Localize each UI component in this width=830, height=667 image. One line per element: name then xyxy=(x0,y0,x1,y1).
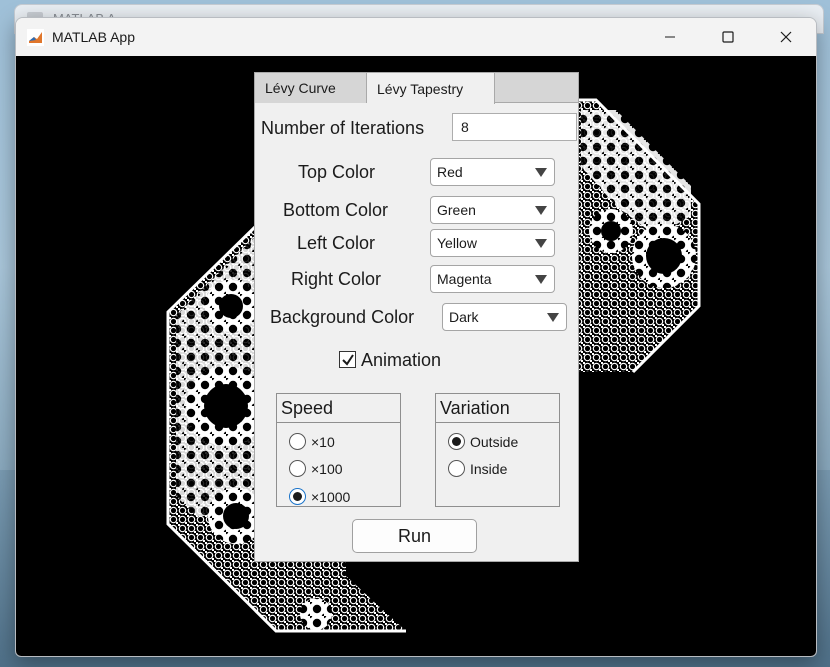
iterations-field[interactable]: 8 xyxy=(452,113,577,141)
animation-label: Animation xyxy=(361,350,442,370)
speed-x100-label: ×100 xyxy=(311,461,343,477)
variation-outside-radio[interactable] xyxy=(448,433,465,450)
left-color-value: Yellow xyxy=(437,235,477,251)
top-color-label: Top Color xyxy=(298,162,376,182)
chevron-down-icon xyxy=(535,168,547,177)
right-color-dropdown[interactable]: Magenta xyxy=(430,265,555,293)
left-color-dropdown[interactable]: Yellow xyxy=(430,229,555,257)
variation-inside-label: Inside xyxy=(470,461,508,477)
speed-group-title: Speed xyxy=(277,394,400,423)
close-icon xyxy=(780,31,792,43)
bottom-color-dropdown[interactable]: Green xyxy=(430,196,555,224)
speed-x10-radio[interactable] xyxy=(289,433,306,450)
variation-group-title: Variation xyxy=(436,394,559,423)
title-bar[interactable]: MATLAB App xyxy=(16,18,816,56)
speed-x1000-label: ×1000 xyxy=(311,489,351,505)
top-color-value: Red xyxy=(437,164,463,180)
variation-group: Variation Outside Inside xyxy=(435,393,560,507)
chevron-down-icon xyxy=(535,206,547,215)
top-color-dropdown[interactable]: Red xyxy=(430,158,555,186)
variation-inside-radio[interactable] xyxy=(448,460,465,477)
minimize-button[interactable] xyxy=(641,18,699,56)
background-color-value: Dark xyxy=(449,309,479,325)
window-title: MATLAB App xyxy=(52,29,136,45)
tab-bar: Lévy Curve Lévy Tapestry xyxy=(255,73,578,104)
maximize-icon xyxy=(722,31,734,43)
matlab-icon xyxy=(27,29,44,46)
background-color-dropdown[interactable]: Dark xyxy=(442,303,567,331)
control-panel: Lévy Curve Lévy Tapestry Number of Itera… xyxy=(254,72,579,562)
close-button[interactable] xyxy=(757,18,815,56)
right-color-value: Magenta xyxy=(437,271,492,287)
chevron-down-icon xyxy=(535,239,547,248)
variation-outside-label: Outside xyxy=(470,434,519,450)
app-window: MATLAB App Lévy Curve Lévy Tapestry Numb… xyxy=(15,17,817,657)
iterations-label: Number of Iterations xyxy=(261,118,425,138)
tab-levy-tapestry[interactable]: Lévy Tapestry xyxy=(367,73,495,104)
background-color-label: Background Color xyxy=(270,307,415,327)
speed-group: Speed ×10 ×100 ×1000 xyxy=(276,393,401,507)
speed-x1000-radio[interactable] xyxy=(289,488,306,505)
run-button[interactable]: Run xyxy=(352,519,477,553)
left-color-label: Left Color xyxy=(297,233,376,253)
speed-x10-label: ×10 xyxy=(311,434,335,450)
tab-levy-curve[interactable]: Lévy Curve xyxy=(255,73,367,103)
minimize-icon xyxy=(665,36,675,38)
chevron-down-icon xyxy=(547,313,559,322)
bottom-color-value: Green xyxy=(437,202,476,218)
animation-checkbox[interactable] xyxy=(339,351,356,368)
bottom-color-label: Bottom Color xyxy=(283,200,389,220)
chevron-down-icon xyxy=(535,275,547,284)
speed-x100-radio[interactable] xyxy=(289,460,306,477)
checkmark-icon xyxy=(342,354,354,366)
right-color-label: Right Color xyxy=(291,269,382,289)
maximize-button[interactable] xyxy=(699,18,757,56)
